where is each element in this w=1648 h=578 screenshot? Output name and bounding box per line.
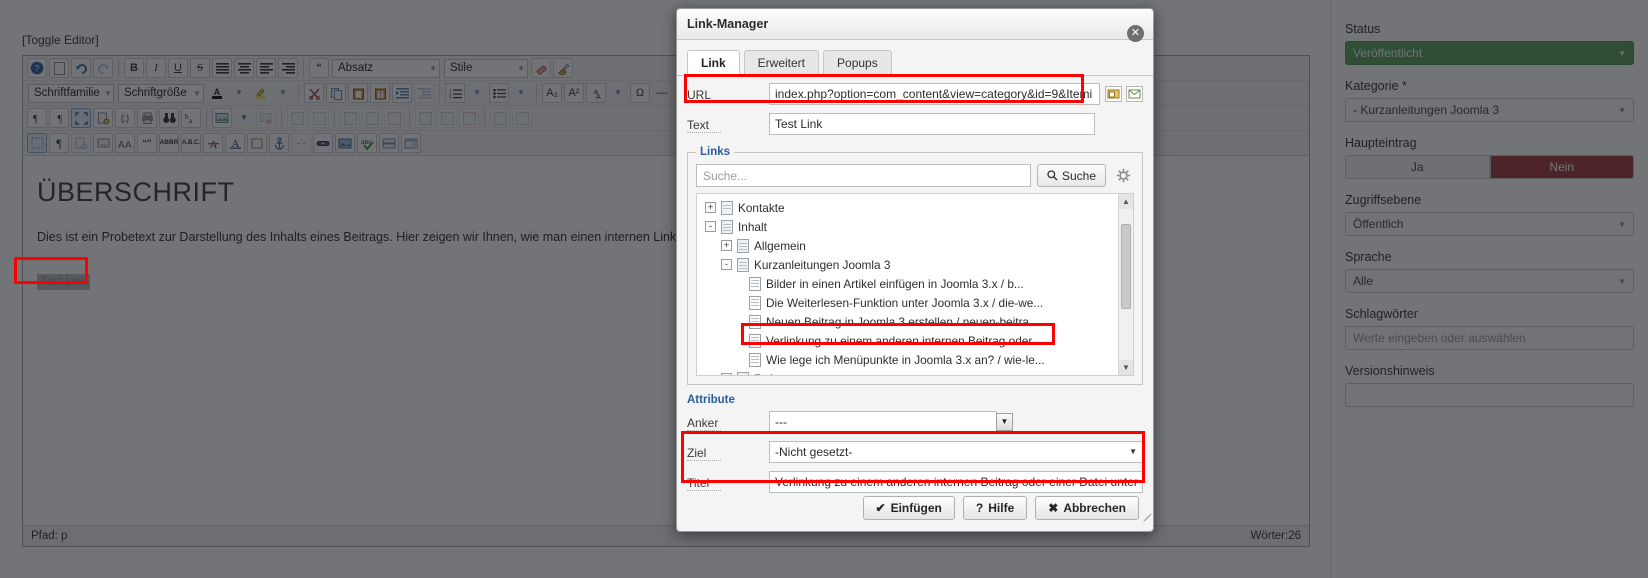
email-icon[interactable] [1126, 85, 1143, 102]
content-icon [721, 219, 733, 234]
links-search-row: Suche... Suche [696, 164, 1134, 187]
article-icon [749, 295, 761, 310]
article-icon [749, 276, 761, 291]
category-icon [737, 371, 749, 375]
question-icon: ? [975, 501, 984, 515]
dialog-body: URL index.php?option=com_content&view=ca… [677, 81, 1153, 494]
article-icon [749, 352, 761, 367]
tree-item-label: Kontakte [738, 200, 785, 215]
links-search-input[interactable]: Suche... [696, 164, 1031, 187]
tree-item-label: Wie lege ich Menüpunkte in Joomla 3.x an… [766, 352, 1045, 367]
ziel-label: Ziel [687, 446, 721, 461]
gear-icon[interactable] [1112, 165, 1134, 187]
link-manager-dialog: Link-Manager ✕ Link Erweitert Popups URL… [676, 8, 1154, 532]
search-icon [1047, 170, 1058, 181]
ziel-select[interactable]: -Nicht gesetzt- ▼ [769, 440, 1143, 463]
text-label-wrap: Text [687, 114, 769, 133]
tree-item-article-3[interactable]: Neuen Beitrag in Joomla 3 erstellen / ne… [701, 312, 1133, 331]
scroll-down-icon[interactable]: ▼ [1119, 360, 1133, 375]
anker-label: Anker [687, 416, 721, 431]
browse-folder-icon[interactable] [1105, 85, 1122, 102]
tab-erweitert[interactable]: Erweitert [743, 50, 820, 76]
url-input[interactable]: index.php?option=com_content&view=catego… [769, 82, 1100, 105]
scroll-up-icon[interactable]: ▲ [1119, 194, 1133, 209]
tree-item-article-1[interactable]: Bilder in einen Artikel einfügen in Joom… [701, 274, 1133, 293]
close-icon[interactable]: ✕ [1127, 25, 1144, 42]
tree-item-label: Referenzen [754, 372, 815, 376]
chevron-down-icon[interactable]: ▼ [996, 412, 1013, 431]
expand-toggle-icon[interactable]: + [705, 202, 716, 213]
ziel-label-wrap: Ziel [687, 442, 769, 461]
tree-item-allgemein[interactable]: + Allgemein [701, 236, 1133, 255]
url-label-wrap: URL [687, 84, 769, 103]
tree-item-inhalt[interactable]: - Inhalt [701, 217, 1133, 236]
chevron-down-icon: ▼ [1129, 447, 1137, 456]
text-row: Text Test Link [687, 111, 1143, 136]
cross-icon: ✖ [1048, 501, 1059, 515]
resize-grip[interactable] [1138, 513, 1152, 528]
dialog-titlebar[interactable]: Link-Manager [677, 9, 1153, 40]
links-tree[interactable]: + Kontakte - Inhalt + Allgemein - Kurzan… [696, 193, 1134, 376]
collapse-toggle-icon[interactable]: - [705, 221, 716, 232]
abbrechen-button[interactable]: ✖ Abbrechen [1035, 496, 1139, 520]
dialog-footer: ✔ Einfügen ? Hilfe ✖ Abbrechen [677, 485, 1153, 531]
tree-item-label: Inhalt [738, 219, 767, 234]
tree-item-label: Die Weiterlesen-Funktion unter Joomla 3.… [766, 295, 1044, 310]
tree-item-label: Kurzanleitungen Joomla 3 [754, 257, 891, 272]
links-tree-scroll: + Kontakte - Inhalt + Allgemein - Kurzan… [697, 194, 1133, 375]
tree-item-article-5[interactable]: Wie lege ich Menüpunkte in Joomla 3.x an… [701, 350, 1133, 369]
einfuegen-button[interactable]: ✔ Einfügen [862, 496, 955, 520]
anker-row: Anker --- ▼ [687, 409, 1143, 434]
tree-item-label: Verlinkung zu einem anderen internen Bei… [766, 333, 1046, 348]
anker-label-wrap: Anker [687, 412, 769, 431]
tree-item-article-2[interactable]: Die Weiterlesen-Funktion unter Joomla 3.… [701, 293, 1133, 312]
tree-item-article-verlinkung[interactable]: Verlinkung zu einem anderen internen Bei… [701, 331, 1133, 350]
url-row: URL index.php?option=com_content&view=ca… [687, 81, 1143, 106]
expand-toggle-icon[interactable]: + [721, 240, 732, 251]
text-input[interactable]: Test Link [769, 112, 1095, 135]
text-label: Text [687, 118, 721, 133]
einfuegen-button-label: Einfügen [890, 501, 942, 515]
anker-select[interactable]: --- [769, 410, 997, 433]
article-icon [749, 314, 761, 329]
tab-popups[interactable]: Popups [823, 50, 892, 76]
anker-select-wrap: --- ▼ [769, 410, 1143, 433]
tree-item-label: Bilder in einen Artikel einfügen in Joom… [766, 276, 1024, 291]
tab-link[interactable]: Link [687, 50, 740, 76]
collapse-toggle-icon[interactable]: - [721, 259, 732, 270]
category-icon [737, 257, 749, 272]
check-icon: ✔ [875, 501, 886, 515]
hilfe-button[interactable]: ? Hilfe [962, 496, 1028, 520]
tree-item-kurzanleitungen[interactable]: - Kurzanleitungen Joomla 3 [701, 255, 1133, 274]
dialog-tabs: Link Erweitert Popups [677, 40, 1153, 76]
url-icon-group [1105, 85, 1143, 102]
tree-scrollbar[interactable]: ▲ ▼ [1118, 194, 1133, 375]
scrollbar-thumb[interactable] [1121, 224, 1131, 309]
tree-item-kontakte[interactable]: + Kontakte [701, 198, 1133, 217]
hilfe-button-label: Hilfe [988, 501, 1015, 515]
ziel-row: Ziel -Nicht gesetzt- ▼ [687, 439, 1143, 464]
tree-item-label: Neuen Beitrag in Joomla 3 erstellen / ne… [766, 314, 1039, 329]
ziel-value: -Nicht gesetzt- [775, 444, 853, 459]
category-icon [737, 238, 749, 253]
tree-item-referenzen[interactable]: + Referenzen [701, 369, 1133, 376]
abbrechen-button-label: Abbrechen [1063, 501, 1126, 515]
contacts-icon [721, 200, 733, 215]
attributes-title: Attribute [687, 394, 735, 406]
dialog-title: Link-Manager [687, 17, 769, 31]
expand-toggle-icon[interactable]: + [721, 373, 732, 375]
tree-item-label: Allgemein [754, 238, 806, 253]
links-search-button[interactable]: Suche [1036, 164, 1106, 187]
links-search-button-label: Suche [1061, 168, 1096, 183]
links-legend: Links [700, 146, 731, 158]
links-fieldset: Links Suche... Suche + Kontakte - Inhalt… [687, 146, 1143, 385]
article-icon [749, 333, 761, 348]
url-label: URL [687, 88, 721, 103]
